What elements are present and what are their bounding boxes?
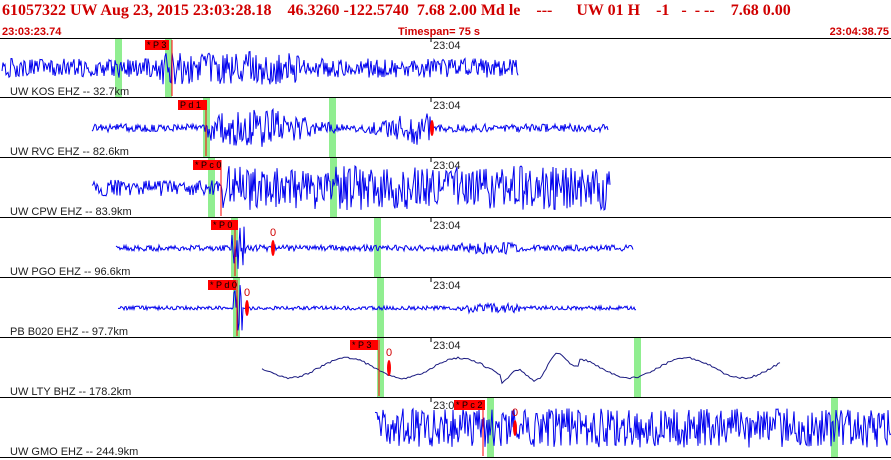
channel-panel[interactable]: 23:04 * P 0 0 UW PGO EHZ -- 96.6km [0,218,891,278]
header-bar: 61057322 UW Aug 23, 2015 23:03:28.18 46.… [0,0,891,38]
waveform-trace [1,50,519,85]
minute-label: 23:04 [433,220,461,232]
phase-pick-text: * P 0 [213,220,232,230]
waveform-trace [91,107,609,147]
channel-panel[interactable]: 23:04 * P 3 UW KOS EHZ -- 32.7km [0,38,891,98]
coda-label: 0 [270,227,276,239]
start-time: 23:03:23.74 [2,26,62,38]
time-window-marker [374,218,381,277]
channel-panel[interactable]: 23:04 * P d 0 0 PB B020 EHZ -- 97.7km [0,278,891,338]
coda-marker[interactable] [430,120,434,136]
minute-label: 23:04 [433,100,461,112]
channel-label: UW CPW EHZ -- 83.9km [10,206,132,218]
phase-pick-text: * P 3 [352,340,371,350]
phase-pick-text: * P d 0 [210,280,237,290]
phase-pick-text: * P c 0 [195,160,221,170]
coda-marker[interactable] [387,360,391,376]
channel-label: UW LTY BHZ -- 178.2km [10,386,131,398]
time-window-marker [634,338,641,397]
time-window-marker [377,338,384,397]
channel-label: UW PGO EHZ -- 96.6km [10,266,130,278]
channel-panel[interactable]: 23:04* P c 0UW CPW EHZ -- 83.9km [0,158,891,218]
channel-panel[interactable]: 23:04* P c 20UW GMO EHZ -- 244.9km [0,398,891,458]
end-time: 23:04:38.75 [829,26,889,38]
channel-label: UW KOS EHZ -- 32.7km [10,86,129,98]
minute-label: 23:04 [433,40,461,52]
event-title: 61057322 UW Aug 23, 2015 23:03:28.18 46.… [2,2,791,19]
coda-marker[interactable] [271,240,275,256]
coda-label: 0 [244,287,250,299]
channel-label: UW GMO EHZ -- 244.9km [10,446,138,458]
coda-marker[interactable] [513,420,517,436]
channel-panel[interactable]: 23:04 P d 1 UW RVC EHZ -- 82.6km [0,98,891,158]
waveform-trace [374,407,891,448]
phase-pick-text: P d 1 [180,100,201,110]
channel-label: PB B020 EHZ -- 97.7km [10,326,128,338]
coda-marker[interactable] [245,300,249,316]
waveform-trace [261,352,781,385]
coda-label: 0 [512,407,518,419]
waveform-trace [91,165,611,211]
timespan-label: Timespan= 75 s [398,26,481,38]
minute-label: 23:04 [433,280,461,292]
minute-label: 23:04 [433,340,461,352]
phase-pick-text: * P c 2 [456,400,482,410]
seismogram-panel[interactable]: 23:04 * P 3 UW KOS EHZ -- 32.7km 23:04 P d 1… [0,38,891,460]
channel-panel[interactable]: 23:04 * P 3 0 UW LTY BHZ -- 178.2km [0,338,891,398]
coda-label: 0 [386,347,392,359]
channel-label: UW RVC EHZ -- 82.6km [10,146,129,158]
phase-pick-text: * P 3 [147,40,166,50]
